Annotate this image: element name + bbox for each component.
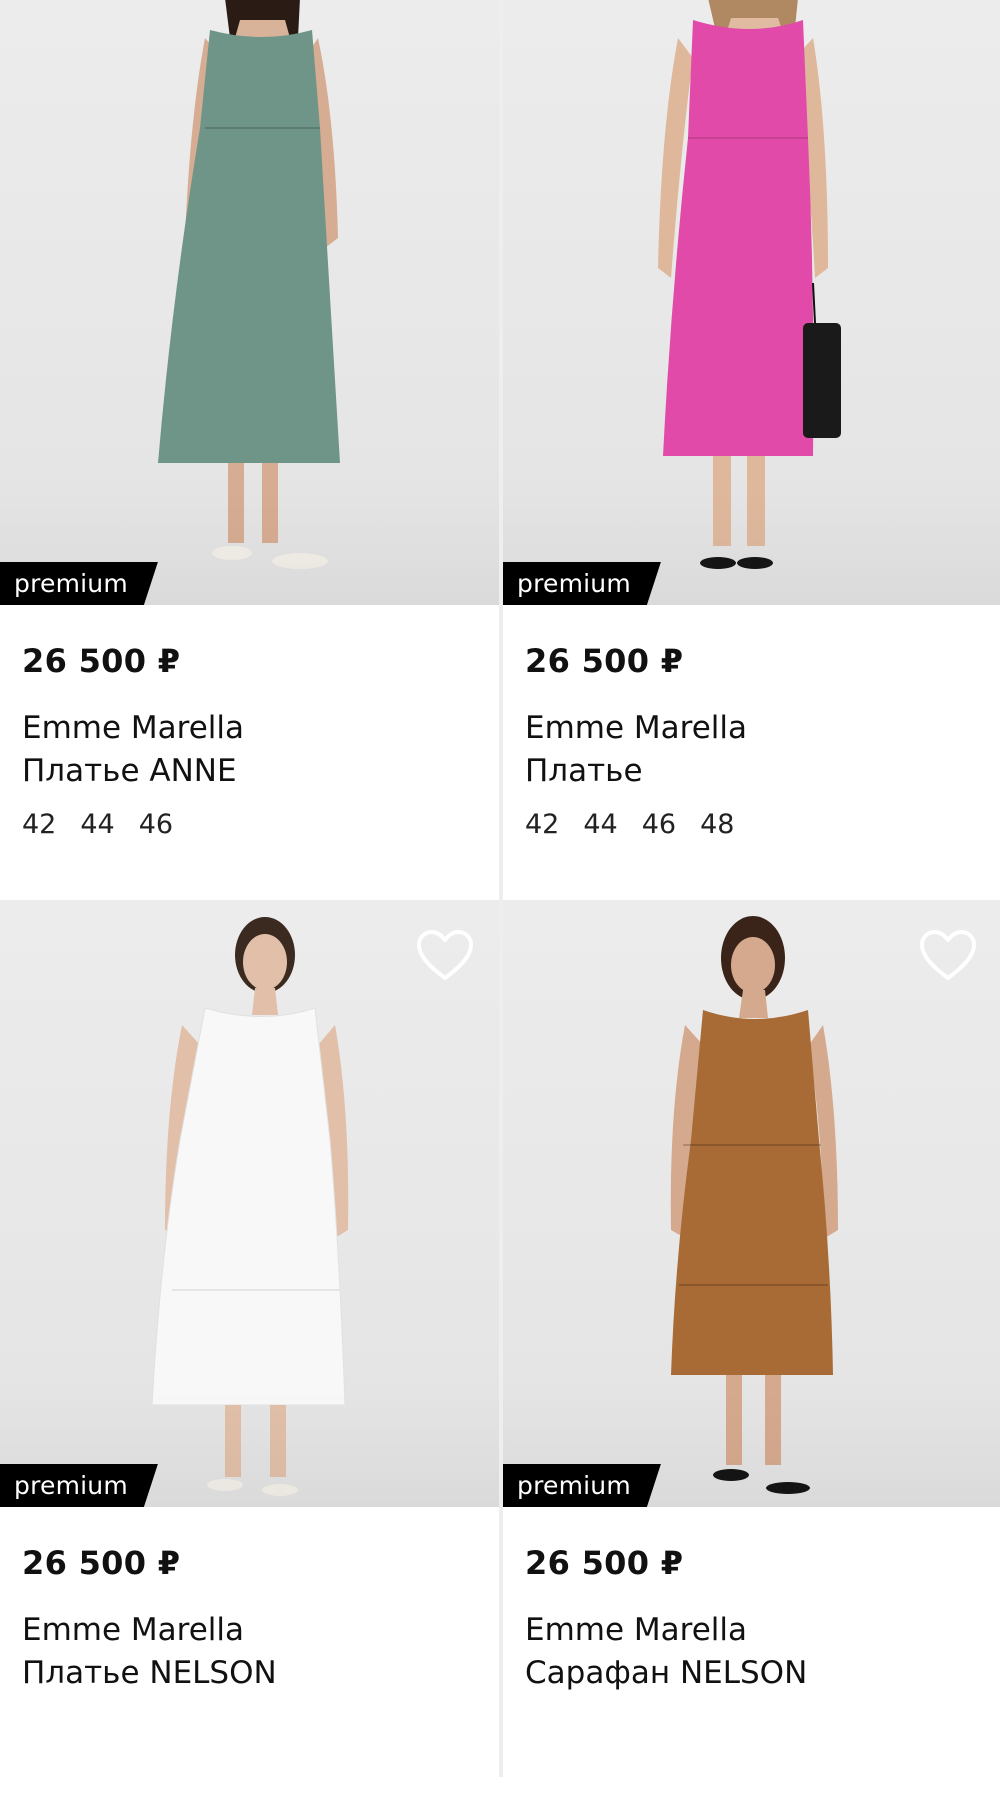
product-card[interactable]: premium 26 500 ₽ Emme Marella Платье NEL… [0,900,499,1803]
product-title[interactable]: Платье ANNE [22,749,477,793]
product-info: 26 500 ₽ Emme Marella Платье 42 44 46 48 [503,605,1000,901]
product-title[interactable]: Платье [525,749,980,793]
product-brand[interactable]: Emme Marella [22,707,477,749]
product-image[interactable]: premium [503,900,1000,1507]
premium-badge: premium [0,1464,158,1507]
size-option[interactable]: 44 [583,809,617,840]
product-price: 26 500 ₽ [22,642,181,680]
product-card[interactable]: premium 26 500 ₽ Emme Marella Сарафан NE… [503,900,1000,1803]
size-option[interactable]: 48 [700,809,734,840]
premium-badge: premium [503,1464,661,1507]
size-option[interactable]: 42 [22,809,56,840]
product-info: 26 500 ₽ Emme Marella Платье ANNE 42 44 … [0,605,499,901]
size-option[interactable]: 44 [80,809,114,840]
heart-outline-icon[interactable] [920,930,976,982]
size-list: 42 44 46 48 [525,809,980,840]
size-list: 42 44 46 [22,809,477,840]
product-image[interactable]: premium [0,0,499,605]
product-price: 26 500 ₽ [525,642,684,680]
premium-badge: premium [503,562,661,605]
product-info: 26 500 ₽ Emme Marella Сарафан NELSON [503,1507,1000,1803]
product-brand[interactable]: Emme Marella [525,707,980,749]
size-option[interactable]: 46 [139,809,173,840]
product-info: 26 500 ₽ Emme Marella Платье NELSON [0,1507,499,1803]
size-option[interactable]: 46 [642,809,676,840]
product-title[interactable]: Платье NELSON [22,1651,477,1695]
product-image[interactable]: premium [503,0,1000,605]
product-price: 26 500 ₽ [525,1544,684,1582]
product-brand[interactable]: Emme Marella [22,1609,477,1651]
size-option[interactable]: 42 [525,809,559,840]
product-card[interactable]: premium 26 500 ₽ Emme Marella Платье 42 … [503,0,1000,901]
product-grid: premium 26 500 ₽ Emme Marella Платье ANN… [0,0,1000,1803]
product-price: 26 500 ₽ [22,1544,181,1582]
product-image[interactable]: premium [0,900,499,1507]
product-card[interactable]: premium 26 500 ₽ Emme Marella Платье ANN… [0,0,499,901]
heart-outline-icon[interactable] [417,930,473,982]
product-title[interactable]: Сарафан NELSON [525,1651,980,1695]
product-brand[interactable]: Emme Marella [525,1609,980,1651]
premium-badge: premium [0,562,158,605]
